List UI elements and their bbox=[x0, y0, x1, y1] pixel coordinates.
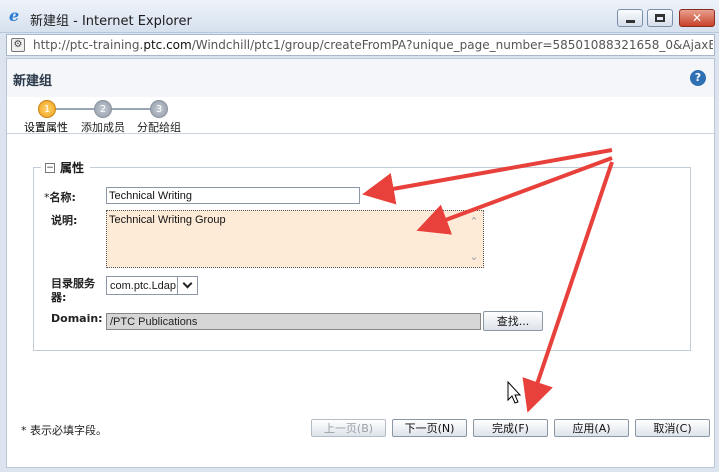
page-icon: ⚙ bbox=[11, 38, 25, 52]
internet-explorer-icon: e bbox=[9, 6, 20, 25]
collapse-icon[interactable]: − bbox=[45, 162, 55, 173]
dialog: 新建组 ? 1 2 3 设置属性 添加成员 分配给组 − 属性 *名称: Tec… bbox=[6, 58, 716, 468]
description-textarea[interactable]: Technical Writing Group bbox=[106, 210, 484, 268]
directory-select[interactable]: com.ptc.Ldap bbox=[106, 276, 198, 295]
step-2-icon: 2 bbox=[94, 100, 112, 118]
step-1-icon: 1 bbox=[38, 100, 56, 118]
name-input[interactable]: Technical Writing bbox=[106, 187, 360, 204]
maximize-button[interactable] bbox=[647, 9, 673, 27]
scroll-up-icon[interactable]: ⌃ bbox=[469, 215, 478, 228]
close-icon: ✕ bbox=[691, 11, 703, 25]
dialog-header: 新建组 ? bbox=[7, 59, 714, 97]
dialog-title: 新建组 bbox=[13, 74, 53, 89]
help-icon[interactable]: ? bbox=[690, 70, 706, 86]
finish-button[interactable]: 完成(F) bbox=[473, 419, 548, 437]
address-bar[interactable]: ⚙ http://ptc-training.ptc.com/Windchill/… bbox=[6, 34, 715, 56]
maximize-icon bbox=[655, 14, 665, 22]
attributes-legend: − 属性 bbox=[41, 159, 91, 176]
minimize-button[interactable] bbox=[617, 9, 643, 27]
directory-label: 目录服务 器: bbox=[51, 277, 95, 304]
window-titlebar: e 新建组 - Internet Explorer ✕ bbox=[0, 0, 719, 33]
minimize-icon bbox=[625, 19, 635, 23]
domain-label: Domain: bbox=[51, 312, 103, 325]
description-label: 说明: bbox=[51, 214, 78, 227]
section-title: 属性 bbox=[60, 161, 85, 175]
cancel-button[interactable]: 取消(C) bbox=[635, 419, 710, 437]
apply-button[interactable]: 应用(A) bbox=[554, 419, 629, 437]
chevron-down-icon bbox=[182, 278, 193, 289]
step-3-icon: 3 bbox=[150, 100, 168, 118]
close-button[interactable]: ✕ bbox=[679, 9, 715, 27]
scroll-down-icon[interactable]: ⌄ bbox=[469, 250, 478, 263]
divider bbox=[7, 133, 716, 134]
domain-field: /PTC Publications bbox=[106, 313, 481, 330]
next-button[interactable]: 下一页(N) bbox=[392, 419, 467, 437]
description-scrollbar[interactable]: ⌃ ⌄ bbox=[466, 215, 482, 263]
name-label: *名称: bbox=[44, 191, 76, 204]
find-button[interactable]: 查找... bbox=[483, 311, 543, 331]
url-text[interactable]: http://ptc-training.ptc.com/Windchill/pt… bbox=[33, 38, 713, 52]
required-note: * 表示必填字段。 bbox=[21, 424, 107, 437]
prev-button[interactable]: 上一页(B) bbox=[311, 419, 386, 437]
window-title: 新建组 - Internet Explorer bbox=[30, 14, 192, 29]
dropdown-arrow[interactable] bbox=[177, 277, 197, 294]
